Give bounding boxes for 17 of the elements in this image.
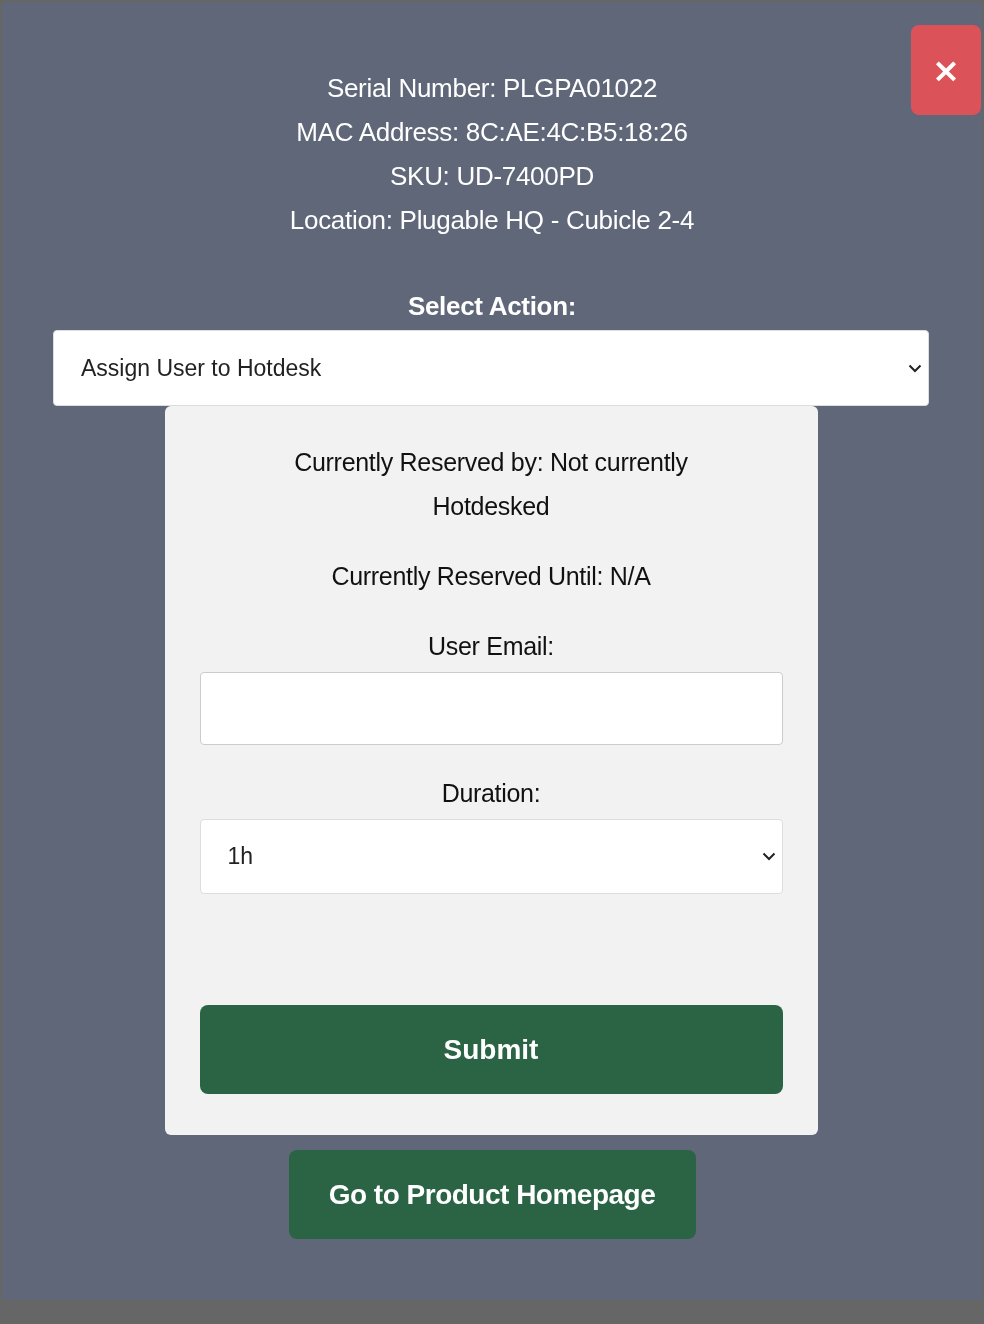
duration-label: Duration: bbox=[441, 778, 541, 809]
reserved-by-text: Currently Reserved by: Not currently Hotdesked bbox=[293, 447, 689, 522]
submit-button[interactable]: Submit bbox=[199, 1005, 783, 1094]
device-info-text: MAC Address: 8C:AE:4C:B5:18:26 bbox=[296, 116, 688, 149]
select-action-label: Select Action: bbox=[407, 290, 577, 323]
device-info-text: Location: Plugable HQ - Cubicle 2-4 bbox=[289, 204, 695, 237]
reserved-until-text: Currently Reserved Until: N/A bbox=[331, 561, 651, 592]
homepage-button[interactable]: Go to Product Homepage bbox=[288, 1150, 696, 1239]
chevron-icon bbox=[761, 852, 776, 861]
close-button[interactable]: × bbox=[911, 25, 981, 115]
device-info-text: SKU: UD-7400PD bbox=[390, 160, 594, 193]
chevron-icon bbox=[908, 363, 922, 373]
email-field[interactable] bbox=[199, 672, 783, 745]
email-label: User Email: bbox=[428, 631, 554, 662]
duration-select[interactable]: 1h bbox=[199, 819, 783, 894]
device-info-text: Serial Number: PLGPA01022 bbox=[326, 72, 658, 105]
action-select[interactable]: Assign User to Hotdesk bbox=[53, 330, 929, 406]
